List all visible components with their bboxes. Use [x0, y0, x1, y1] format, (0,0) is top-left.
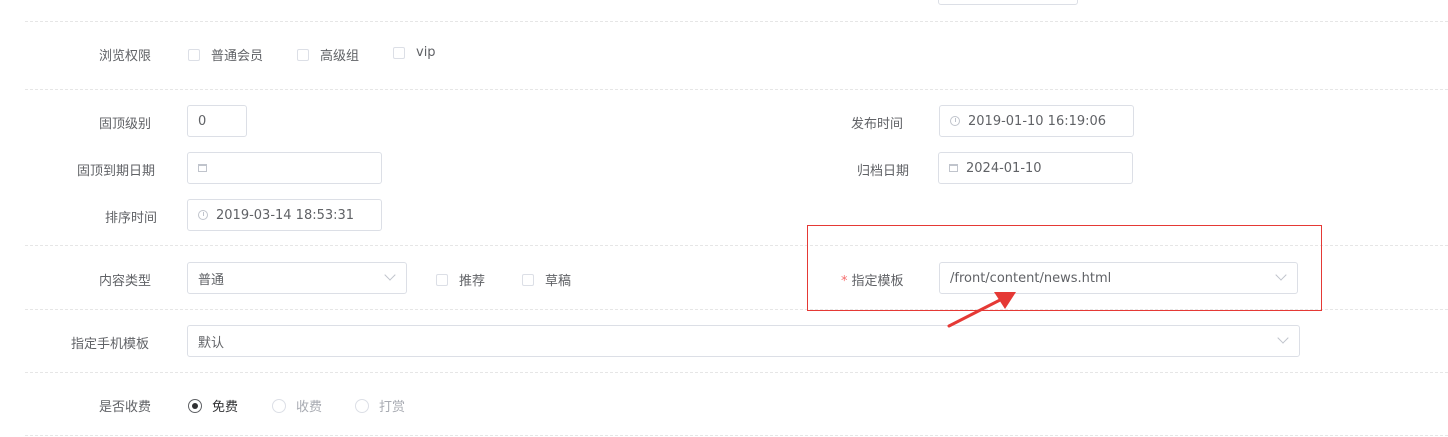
divider [25, 372, 1448, 373]
draft-checkbox[interactable]: 草稿 [522, 270, 571, 289]
permissions-label: 浏览权限 [99, 49, 152, 64]
radio-circle [355, 398, 369, 413]
top-partial-input[interactable] [938, 0, 1078, 5]
chevron-down-icon [1277, 332, 1289, 344]
charge-free-radio[interactable]: 免费 [188, 396, 238, 415]
charge-label: 是否收费 [99, 400, 152, 415]
annotation-arrow-icon [947, 292, 1016, 328]
recommend-checkbox[interactable]: 推荐 [436, 270, 485, 289]
sticky-expire-label: 固顶到期日期 [77, 164, 156, 179]
sort-time-label: 排序时间 [105, 211, 158, 226]
divider [25, 435, 1448, 436]
sort-time-value: 2019-03-14 18:53:31 [216, 207, 355, 223]
calendar-icon [949, 164, 958, 172]
publish-time-value: 2019-01-10 16:19:06 [968, 113, 1107, 129]
permission-option-label: 普通会员 [211, 49, 264, 64]
annotation-highlight-box [807, 225, 1322, 311]
content-type-label: 内容类型 [99, 274, 152, 289]
sticky-level-value: 0 [198, 113, 207, 129]
charge-option-label: 打赏 [379, 400, 406, 415]
checkbox-box [436, 273, 448, 286]
radio-circle [272, 398, 286, 413]
mobile-template-select[interactable]: 默认 [187, 325, 1300, 357]
publish-time-label: 发布时间 [851, 117, 904, 132]
divider [25, 21, 1448, 22]
archive-date-value: 2024-01-10 [966, 160, 1042, 176]
permission-normal-member-checkbox[interactable]: 普通会员 [188, 45, 263, 64]
permission-option-label: vip [416, 45, 436, 60]
checkbox-box [522, 273, 534, 286]
sort-time-picker[interactable]: 2019-03-14 18:53:31 [187, 199, 382, 231]
charge-paid-radio[interactable]: 收费 [272, 396, 322, 415]
permission-vip-checkbox[interactable]: vip [393, 45, 436, 60]
divider [25, 89, 1448, 90]
chevron-down-icon [384, 269, 396, 281]
archive-date-label: 归档日期 [857, 164, 910, 179]
checkbox-box [393, 46, 405, 59]
charge-tip-radio[interactable]: 打赏 [355, 396, 405, 415]
checkbox-box [188, 48, 200, 61]
content-type-select[interactable]: 普通 [187, 262, 407, 294]
charge-option-label: 免费 [212, 400, 239, 415]
radio-circle [188, 398, 202, 413]
mobile-template-value: 默认 [198, 335, 225, 351]
content-type-value: 普通 [198, 272, 225, 288]
draft-label: 草稿 [545, 274, 572, 289]
recommend-label: 推荐 [459, 274, 486, 289]
checkbox-box [297, 48, 309, 61]
publish-time-picker[interactable]: 2019-01-10 16:19:06 [939, 105, 1134, 137]
archive-date-picker[interactable]: 2024-01-10 [938, 152, 1133, 184]
clock-icon [950, 116, 960, 126]
permission-advanced-group-checkbox[interactable]: 高级组 [297, 45, 359, 64]
mobile-template-label: 指定手机模板 [71, 337, 150, 352]
calendar-icon [198, 164, 207, 172]
sticky-level-input[interactable]: 0 [187, 105, 247, 137]
permission-option-label: 高级组 [320, 49, 360, 64]
charge-option-label: 收费 [296, 400, 323, 415]
sticky-expire-date-picker[interactable] [187, 152, 382, 184]
clock-icon [198, 210, 208, 220]
sticky-level-label: 固顶级别 [99, 117, 152, 132]
